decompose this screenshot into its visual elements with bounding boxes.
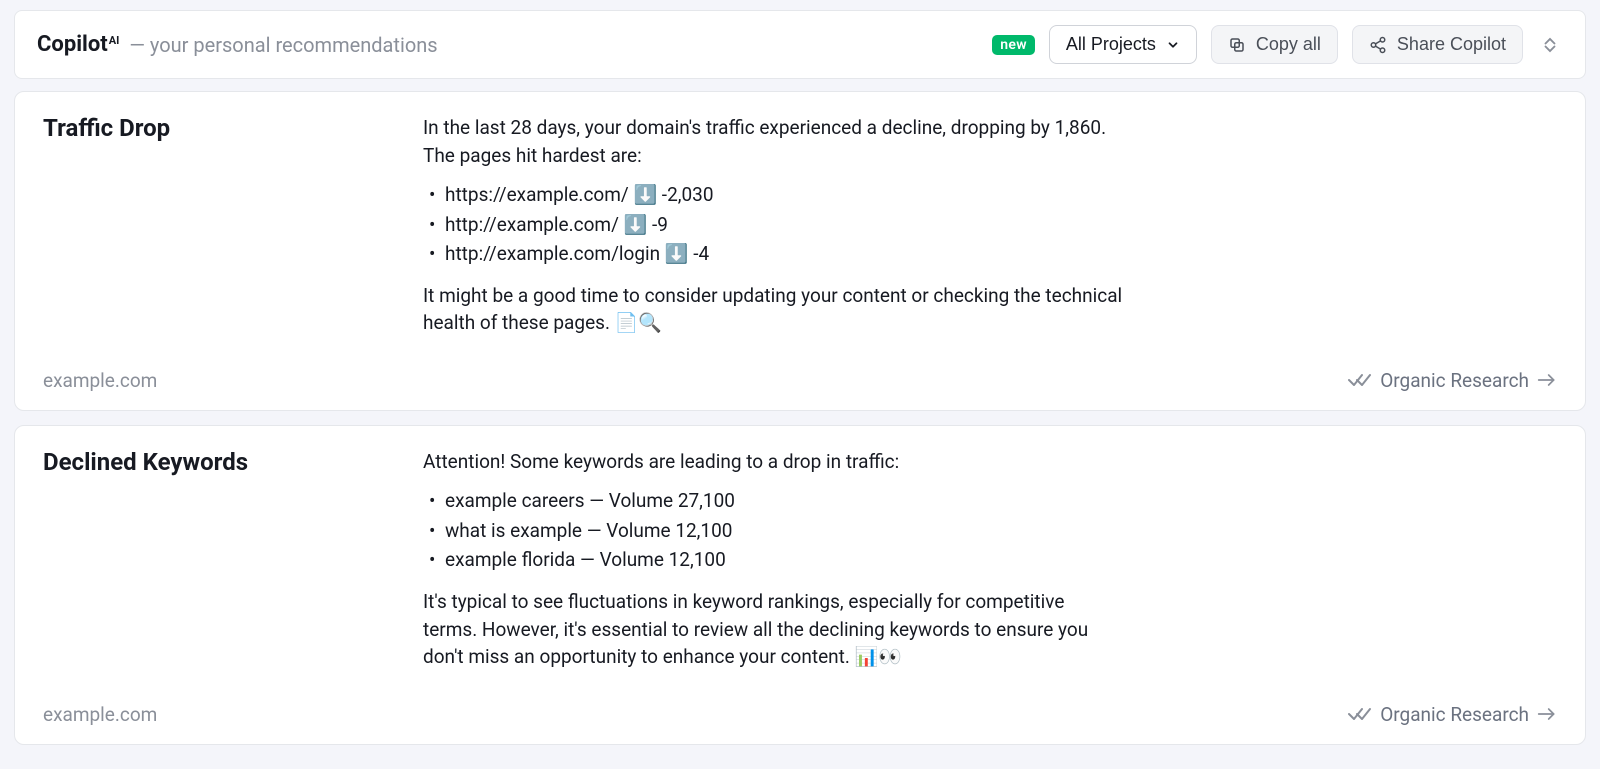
list-item: example careers — Volume 27,100	[423, 487, 1123, 515]
share-icon	[1369, 36, 1387, 54]
card-title: Declined Keywords	[43, 448, 383, 683]
domain-label: example.com	[43, 703, 157, 726]
card-title: Traffic Drop	[43, 114, 383, 349]
close-icon[interactable]	[1537, 32, 1563, 58]
copy-icon	[1228, 36, 1246, 54]
subtitle: — your personal recommendations	[129, 33, 437, 57]
share-label: Share Copilot	[1397, 34, 1506, 55]
header-bar: CopilotAI — your personal recommendation…	[14, 10, 1586, 79]
keywords-list: example careers — Volume 27,100 what is …	[423, 487, 1123, 574]
share-button[interactable]: Share Copilot	[1352, 25, 1523, 64]
domain-label: example.com	[43, 369, 157, 392]
list-item: http://example.com/ ⬇️ -9	[423, 211, 1123, 239]
outro-text: It might be a good time to consider upda…	[423, 282, 1123, 337]
card-traffic-drop: Traffic Drop In the last 28 days, your d…	[14, 91, 1586, 411]
copy-all-button[interactable]: Copy all	[1211, 25, 1338, 64]
intro-text: In the last 28 days, your domain's traff…	[423, 114, 1123, 169]
link-text: Organic Research	[1380, 703, 1529, 726]
pages-list: https://example.com/ ⬇️ -2,030 http://ex…	[423, 181, 1123, 268]
arrow-right-icon	[1537, 373, 1557, 387]
chevron-down-icon	[1166, 38, 1180, 52]
card-content: Attention! Some keywords are leading to …	[423, 448, 1123, 683]
double-check-icon	[1348, 706, 1372, 722]
intro-text: Attention! Some keywords are leading to …	[423, 448, 1123, 476]
brand-text: Copilot	[37, 32, 108, 57]
list-item: https://example.com/ ⬇️ -2,030	[423, 181, 1123, 209]
double-check-icon	[1348, 372, 1372, 388]
link-text: Organic Research	[1380, 369, 1529, 392]
new-badge: new	[992, 35, 1035, 55]
brand-superscript: AI	[109, 34, 120, 47]
card-declined-keywords: Declined Keywords Attention! Some keywor…	[14, 425, 1586, 745]
organic-research-link[interactable]: Organic Research	[1348, 703, 1557, 726]
brand: CopilotAI	[37, 32, 119, 57]
list-item: example florida — Volume 12,100	[423, 546, 1123, 574]
outro-text: It's typical to see fluctuations in keyw…	[423, 588, 1123, 671]
project-selector[interactable]: All Projects	[1049, 25, 1197, 64]
arrow-right-icon	[1537, 707, 1557, 721]
copy-all-label: Copy all	[1256, 34, 1321, 55]
project-selector-label: All Projects	[1066, 34, 1156, 55]
list-item: what is example — Volume 12,100	[423, 517, 1123, 545]
organic-research-link[interactable]: Organic Research	[1348, 369, 1557, 392]
list-item: http://example.com/login ⬇️ -4	[423, 240, 1123, 268]
card-content: In the last 28 days, your domain's traff…	[423, 114, 1123, 349]
